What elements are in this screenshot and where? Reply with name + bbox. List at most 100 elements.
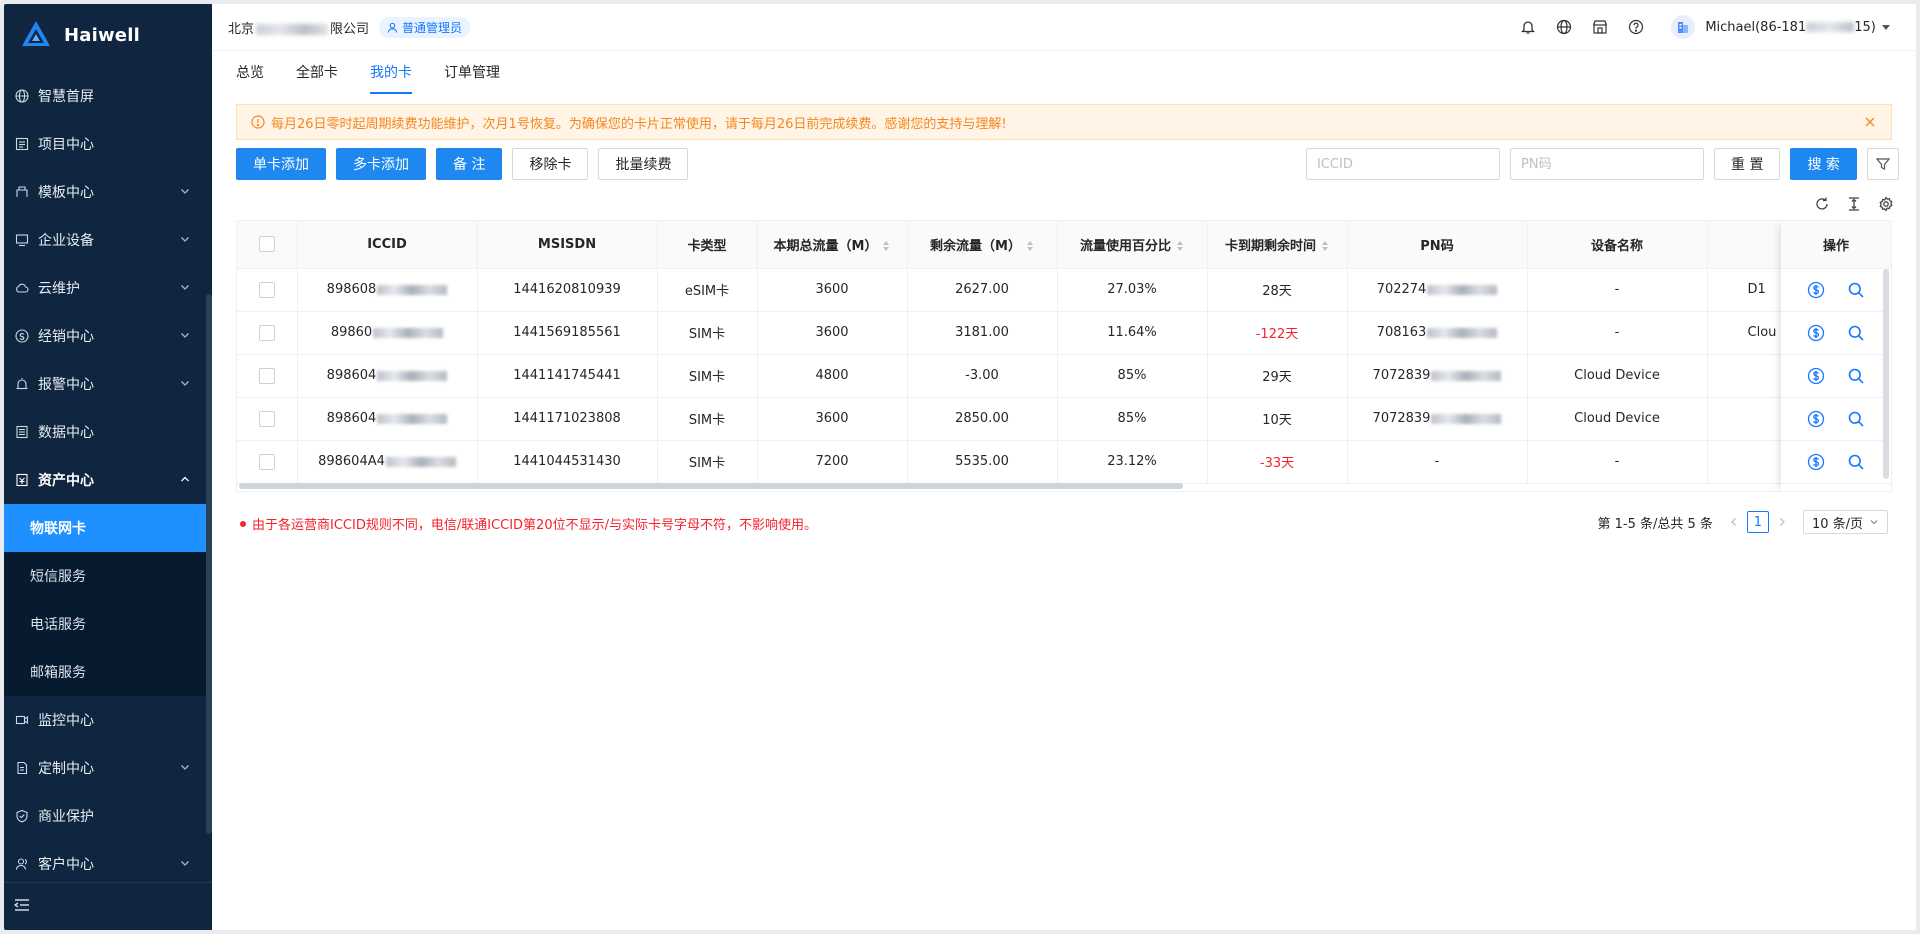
table-row[interactable]: 89860 1441569185561 SIM卡 3600 3181.00 11.64% -… bbox=[237, 311, 1891, 355]
search-detail-icon[interactable] bbox=[1846, 323, 1866, 343]
sidebar-item-list[interactable]: 项目中心 bbox=[4, 120, 212, 168]
collapse-sidebar-button[interactable] bbox=[4, 882, 212, 930]
sidebar-item-dealer[interactable]: 经销中心 bbox=[4, 312, 212, 360]
renew-dollar-icon[interactable] bbox=[1806, 323, 1826, 343]
bell-icon[interactable] bbox=[1519, 18, 1537, 36]
renew-dollar-icon[interactable] bbox=[1806, 366, 1826, 386]
pn-value: 7072839 bbox=[1372, 368, 1431, 383]
sidebar-item-asset[interactable]: 资产中心 bbox=[4, 456, 212, 504]
renew-dollar-icon[interactable] bbox=[1806, 409, 1826, 429]
search-detail-icon[interactable] bbox=[1846, 366, 1866, 386]
row-checkbox[interactable] bbox=[258, 367, 275, 384]
sidebar-scrollbar[interactable] bbox=[206, 294, 212, 834]
redacted-text bbox=[385, 456, 456, 467]
column-header[interactable]: 剩余流量（M） bbox=[907, 221, 1058, 269]
row-checkbox[interactable] bbox=[258, 410, 275, 427]
sidebar-item-label: 商业保护 bbox=[38, 809, 94, 825]
search-detail-icon[interactable] bbox=[1846, 452, 1866, 472]
top-header: 北京 限公司 普通管理员 Michael(86-181 15) bbox=[212, 4, 1916, 51]
table-row[interactable]: 898604A4 1441044531430 SIM卡 7200 5535.00 23.1… bbox=[237, 440, 1891, 484]
column-header[interactable]: 卡到期剩余时间 bbox=[1207, 221, 1348, 269]
tab-2[interactable]: 我的卡 bbox=[370, 62, 412, 94]
single-add-button[interactable]: 单卡添加 bbox=[236, 148, 326, 180]
sidebar-item-alarm[interactable]: 报警中心 bbox=[4, 360, 212, 408]
tab-0[interactable]: 总览 bbox=[236, 62, 264, 94]
table-vertical-scrollbar[interactable] bbox=[1883, 269, 1889, 479]
iccid-cell: 898608 bbox=[297, 268, 478, 312]
column-header-label: 本期总流量（M） bbox=[773, 238, 878, 254]
company-name-prefix: 北京 bbox=[228, 21, 255, 37]
cloud-icon bbox=[14, 280, 30, 296]
sidebar-item-monitor[interactable]: 企业设备 bbox=[4, 216, 212, 264]
sidebar-item-template[interactable]: 模板中心 bbox=[4, 168, 212, 216]
submenu-item[interactable]: 物联网卡 bbox=[4, 504, 212, 552]
prev-page-icon[interactable] bbox=[1727, 515, 1741, 529]
pn-search-input[interactable] bbox=[1510, 148, 1704, 180]
iccid-search-input[interactable] bbox=[1306, 148, 1500, 180]
search-detail-icon[interactable] bbox=[1846, 280, 1866, 300]
sort-icon[interactable] bbox=[1026, 241, 1034, 252]
sidebar-item-data[interactable]: 数据中心 bbox=[4, 408, 212, 456]
multi-add-button[interactable]: 多卡添加 bbox=[336, 148, 426, 180]
refresh-icon[interactable] bbox=[1814, 196, 1830, 212]
total-flow-cell: 3600 bbox=[757, 268, 908, 312]
row-checkbox[interactable] bbox=[258, 281, 275, 298]
row-checkbox[interactable] bbox=[258, 453, 275, 470]
avatar[interactable] bbox=[1671, 15, 1696, 39]
sidebar-item-camera[interactable]: 监控中心 bbox=[4, 696, 212, 744]
total-flow-cell: 3600 bbox=[757, 311, 908, 355]
search-detail-icon[interactable] bbox=[1846, 409, 1866, 429]
column-header[interactable]: 本期总流量（M） bbox=[757, 221, 908, 269]
column-height-icon[interactable] bbox=[1846, 196, 1862, 212]
store-icon[interactable] bbox=[1591, 18, 1609, 36]
sidebar-item-label: 报警中心 bbox=[38, 377, 94, 393]
search-button[interactable]: 搜 索 bbox=[1790, 148, 1857, 180]
page-size-select[interactable]: 10 条/页 bbox=[1802, 510, 1888, 534]
close-icon[interactable] bbox=[1863, 115, 1877, 129]
sidebar-item-shield[interactable]: 商业保护 bbox=[4, 792, 212, 840]
submenu-item[interactable]: 短信服务 bbox=[4, 552, 212, 600]
filter-button[interactable] bbox=[1866, 148, 1899, 180]
language-globe-icon[interactable] bbox=[1555, 18, 1573, 36]
column-header[interactable]: 流量使用百分比 bbox=[1057, 221, 1208, 269]
sidebar-item-customer[interactable]: 客户中心 bbox=[4, 840, 212, 888]
batch-renew-button[interactable]: 批量续费 bbox=[598, 148, 689, 180]
submenu-item[interactable]: 电话服务 bbox=[4, 600, 212, 648]
remove-card-button[interactable]: 移除卡 bbox=[512, 148, 589, 180]
next-page-icon[interactable] bbox=[1775, 515, 1789, 529]
remaining-flow-cell: -3.00 bbox=[907, 354, 1058, 398]
select-all-checkbox[interactable] bbox=[258, 236, 275, 253]
table-horizontal-scrollbar[interactable] bbox=[239, 483, 1183, 489]
brand-logo[interactable]: Haiwell bbox=[4, 4, 212, 66]
row-checkbox[interactable] bbox=[258, 324, 275, 341]
pn-value: - bbox=[1434, 454, 1440, 469]
table-tools bbox=[1798, 196, 1894, 212]
renew-dollar-icon[interactable] bbox=[1806, 452, 1826, 472]
renew-dollar-icon[interactable] bbox=[1806, 280, 1826, 300]
msisdn-cell: 1441569185561 bbox=[477, 311, 658, 355]
page-1-button[interactable]: 1 bbox=[1746, 511, 1769, 533]
sidebar-item-cloud[interactable]: 云维护 bbox=[4, 264, 212, 312]
iccid-value: 89860 bbox=[330, 325, 373, 340]
card-type-cell: SIM卡 bbox=[657, 440, 758, 484]
row-select-cell bbox=[237, 311, 298, 355]
sort-icon[interactable] bbox=[1177, 241, 1184, 252]
table-row[interactable]: 898604 1441141745441 SIM卡 4800 -3.00 85% 29天 70… bbox=[237, 354, 1891, 398]
user-account-menu[interactable]: Michael(86-181 15) bbox=[1705, 20, 1890, 35]
tab-1[interactable]: 全部卡 bbox=[296, 62, 338, 94]
tab-3[interactable]: 订单管理 bbox=[444, 62, 500, 94]
customer-icon bbox=[14, 856, 30, 872]
submenu-item[interactable]: 邮箱服务 bbox=[4, 648, 212, 696]
reset-button[interactable]: 重 置 bbox=[1714, 148, 1781, 180]
table-row[interactable]: 898604 1441171023808 SIM卡 3600 2850.00 85% 10天… bbox=[237, 397, 1891, 441]
sidebar-item-globe[interactable]: 智慧首屏 bbox=[4, 72, 212, 120]
sidebar-item-custom[interactable]: 定制中心 bbox=[4, 744, 212, 792]
sort-icon[interactable] bbox=[1322, 241, 1329, 252]
remark-button[interactable]: 备 注 bbox=[436, 148, 503, 180]
iccid-cell: 898604A4 bbox=[297, 440, 478, 484]
settings-gear-icon[interactable] bbox=[1878, 196, 1894, 212]
sort-icon[interactable] bbox=[883, 241, 890, 252]
table-row[interactable]: 898608 1441620810939 eSIM卡 3600 2627.00 27.03… bbox=[237, 268, 1891, 312]
help-icon[interactable] bbox=[1627, 18, 1645, 36]
menu-fold-icon bbox=[13, 897, 30, 917]
